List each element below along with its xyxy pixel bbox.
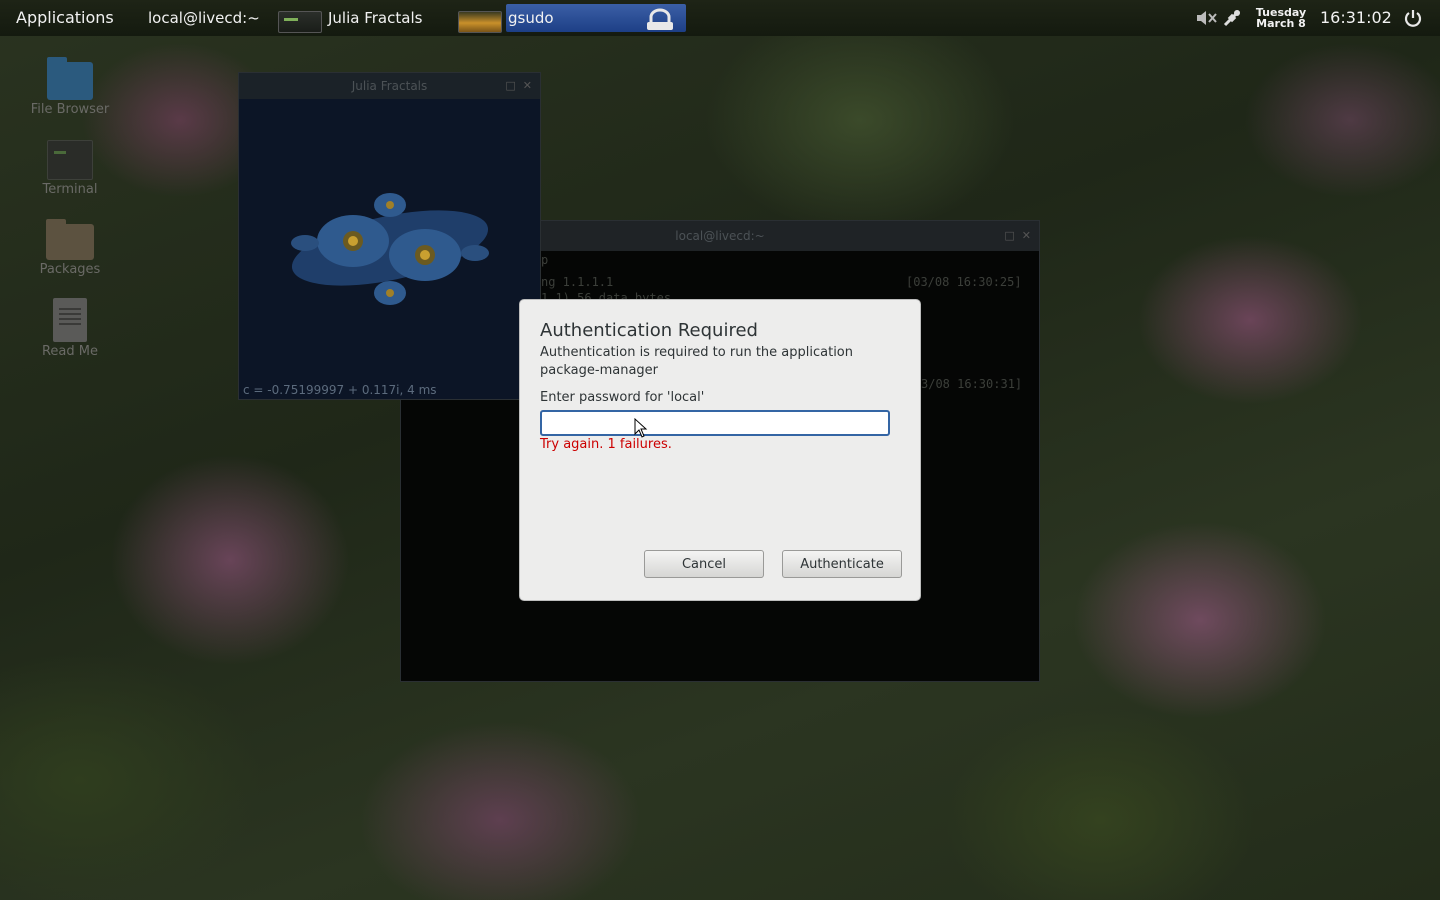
window-controls: □ ✕ [1004, 229, 1031, 242]
terminal-timestamp: 3/08 16:30:31] [921, 377, 1023, 391]
error-message: Try again. 1 failures. [540, 437, 672, 452]
terminal-line: p [541, 253, 549, 267]
window-title: Julia Fractals [351, 79, 428, 93]
folder-icon [46, 219, 94, 260]
document-icon [53, 298, 87, 342]
terminal-line: ng 1.1.1.1 [541, 275, 614, 289]
window-titlebar[interactable]: Julia Fractals □ ✕ [239, 73, 540, 99]
desktop-icon-label: Packages [39, 262, 101, 277]
taskbar-item-gsudo[interactable]: gsudo [458, 0, 554, 36]
cancel-button[interactable]: Cancel [644, 550, 764, 578]
authenticate-button[interactable]: Authenticate [782, 550, 902, 578]
desktop-icon-read-me[interactable]: Read Me [15, 298, 125, 359]
power-icon[interactable] [1403, 8, 1423, 28]
volume-muted-icon[interactable] [1196, 9, 1218, 27]
desktop-icon-label: Read Me [41, 344, 98, 359]
network-icon[interactable] [1222, 8, 1242, 28]
julia-fractals-window[interactable]: Julia Fractals □ ✕ c = -0.75199997 + 0.1… [238, 72, 541, 400]
date-month-day: March 8 [1256, 17, 1306, 30]
taskbar-item-terminal[interactable]: local@livecd:~ [148, 0, 260, 36]
top-panel: Applications local@livecd:~ Julia Fracta… [0, 0, 1440, 36]
desktop-icon-label: Terminal [42, 182, 98, 197]
taskbar-item-label: Julia Fractals [328, 9, 423, 27]
taskbar-item-label: local@livecd:~ [148, 9, 260, 27]
window-thumbnail-icon [278, 11, 322, 33]
julia-fractal-image [291, 193, 489, 305]
mouse-cursor-icon [634, 418, 648, 438]
password-prompt-label: Enter password for 'local' [540, 390, 705, 405]
window-controls: □ ✕ [505, 79, 532, 92]
desktop-icon-terminal[interactable]: Terminal [15, 140, 125, 197]
date-display[interactable]: Tuesday March 8 [1255, 7, 1307, 29]
desktop-icon-label: File Browser [30, 102, 110, 117]
clock[interactable]: 16:31:02 [1320, 0, 1392, 36]
authentication-dialog: Authentication Required Authentication i… [520, 300, 920, 600]
terminal-icon [47, 140, 93, 180]
desktop-icon-packages[interactable]: Packages [15, 219, 125, 277]
lock-icon [647, 8, 673, 30]
applications-menu[interactable]: Applications [16, 0, 114, 36]
fractal-status: c = -0.75199997 + 0.117i, 4 ms [243, 383, 437, 397]
taskbar-item-label: gsudo [508, 9, 554, 27]
dialog-title: Authentication Required [540, 320, 758, 341]
password-field[interactable] [540, 410, 890, 436]
folder-blue-icon [47, 57, 93, 100]
window-title: local@livecd:~ [675, 229, 765, 243]
desktop-icon-file-browser[interactable]: File Browser [15, 57, 125, 117]
dialog-message: Authentication is required to run the ap… [540, 345, 853, 378]
window-thumbnail-icon [458, 11, 502, 33]
terminal-timestamp: [03/08 16:30:25] [906, 275, 1022, 289]
taskbar-item-julia-fractals[interactable]: Julia Fractals [278, 0, 422, 36]
